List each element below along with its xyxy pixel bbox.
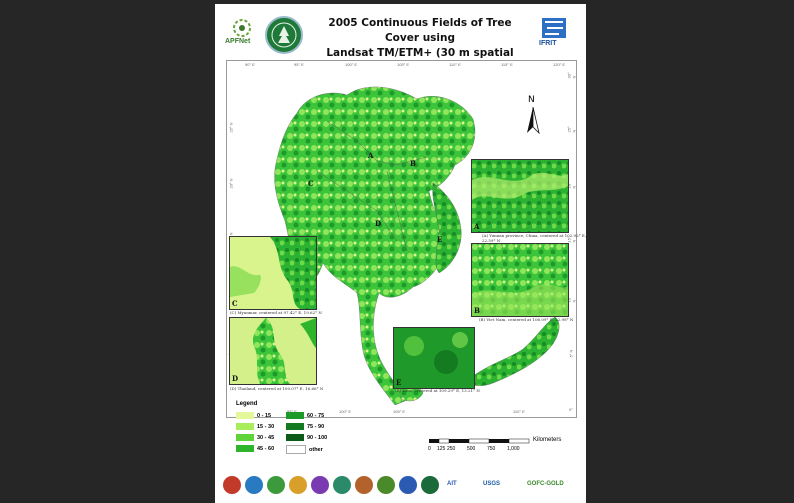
usgs-logo: USGS <box>483 481 501 487</box>
legend-swatch <box>286 434 304 442</box>
partner-logo <box>245 476 263 494</box>
inset-b-map: B <box>471 243 569 317</box>
partner-logo <box>399 476 417 494</box>
scale-label: 1,000 <box>507 446 520 452</box>
inset-b-caption: (B) Viet Nam, centered at 106.09° E, 22.… <box>479 317 574 322</box>
legend-item: 60 - 75 <box>286 412 324 420</box>
legend-swatch <box>236 434 254 442</box>
inset-e-map: E <box>393 327 475 389</box>
inset-c-caption: (C) Myanmar, centered at 97.42° E, 19.62… <box>230 310 322 315</box>
legend-title: Legend <box>236 401 258 407</box>
partner-logo <box>377 476 395 494</box>
inset-d-map: D <box>229 317 317 385</box>
partner-logo <box>421 476 439 494</box>
north-arrow: N <box>523 95 543 135</box>
inset-a-letter: A <box>474 222 480 231</box>
scale-bar: Kilometers 0 125 250 500 750 1,000 <box>428 437 569 459</box>
legend: Legend 0 - 15 15 - 30 30 - 45 45 - 60 60… <box>236 401 346 461</box>
inset-e-letter: E <box>396 378 402 387</box>
partner-logo <box>223 476 241 494</box>
legend-label: 0 - 15 <box>257 413 272 419</box>
legend-label: 45 - 60 <box>257 446 275 452</box>
region-label-e: E <box>437 235 443 244</box>
legend-swatch <box>286 412 304 420</box>
inset-d-caption: (D) Thailand, centered at 100.07° E, 16.… <box>230 386 324 391</box>
partner-logo <box>333 476 351 494</box>
partner-logo <box>289 476 307 494</box>
gofc-gold-logo: GOFC-GOLD <box>527 481 564 487</box>
legend-swatch <box>236 445 254 453</box>
apfnet-logo: APFNet <box>225 18 261 50</box>
scale-label: 0 <box>428 446 431 452</box>
legend-item: 75 - 90 <box>286 423 324 431</box>
legend-swatch <box>236 412 254 420</box>
legend-label: 75 - 90 <box>307 424 325 430</box>
region-label-a: A <box>368 151 374 160</box>
legend-label: 60 - 75 <box>307 413 325 419</box>
legend-label: 15 - 30 <box>257 424 275 430</box>
region-label-d: D <box>375 219 382 228</box>
partner-logo <box>311 476 329 494</box>
partner-logo <box>267 476 285 494</box>
legend-item: 45 - 60 <box>236 445 274 453</box>
forestry-agency-logo <box>265 16 303 54</box>
legend-label: 90 - 100 <box>307 435 328 441</box>
partner-logos: AIT USGS GOFC-GOLD <box>215 474 586 500</box>
inset-b-letter: B <box>474 306 480 315</box>
legend-item: 30 - 45 <box>236 434 274 442</box>
region-label-b: B <box>410 159 416 168</box>
map-frame: 90° E 95° E 100° E 105° E 110° E 115° E … <box>226 60 586 418</box>
legend-label: 30 - 45 <box>257 435 275 441</box>
inset-c-letter: C <box>232 299 238 308</box>
ifrit-logo-text: IFRIT <box>539 40 557 47</box>
scale-unit: Kilometers <box>533 437 562 443</box>
ifrit-logo: IFRIT <box>537 18 575 48</box>
scale-label: 750 <box>487 446 496 452</box>
inset-a-caption: (A) Yunnan province, China, centered at … <box>482 233 587 243</box>
legend-label: other <box>309 446 323 453</box>
borneo-landmass <box>466 316 560 386</box>
legend-item: 0 - 15 <box>236 412 271 420</box>
legend-item: 15 - 30 <box>236 423 274 431</box>
legend-swatch <box>286 445 306 454</box>
image-viewer-background: APFNet 2005 Continuous Fields of Tree Co… <box>0 0 794 503</box>
inset-a-map: A <box>471 159 569 233</box>
map-poster: APFNet 2005 Continuous Fields of Tree Co… <box>215 4 586 503</box>
scale-label: 500 <box>467 446 476 452</box>
legend-swatch <box>236 423 254 431</box>
apfnet-logo-text: APFNet <box>225 38 251 45</box>
legend-swatch <box>286 423 304 431</box>
scale-label: 125 <box>437 446 446 452</box>
legend-item: 90 - 100 <box>286 434 327 442</box>
partner-logo <box>355 476 373 494</box>
title-line-1: 2005 Continuous Fields of Tree Cover usi… <box>328 17 512 44</box>
inset-c-map: C <box>229 236 317 310</box>
region-label-c: C <box>308 179 314 188</box>
scale-label: 250 <box>447 446 456 452</box>
inset-d-letter: D <box>232 374 239 383</box>
legend-item: other <box>286 445 323 454</box>
ait-logo: AIT <box>447 481 457 487</box>
inset-e-caption: (E) Laos, centered at 109.29° E, 13.21° … <box>395 388 480 393</box>
north-label: N <box>528 95 535 105</box>
